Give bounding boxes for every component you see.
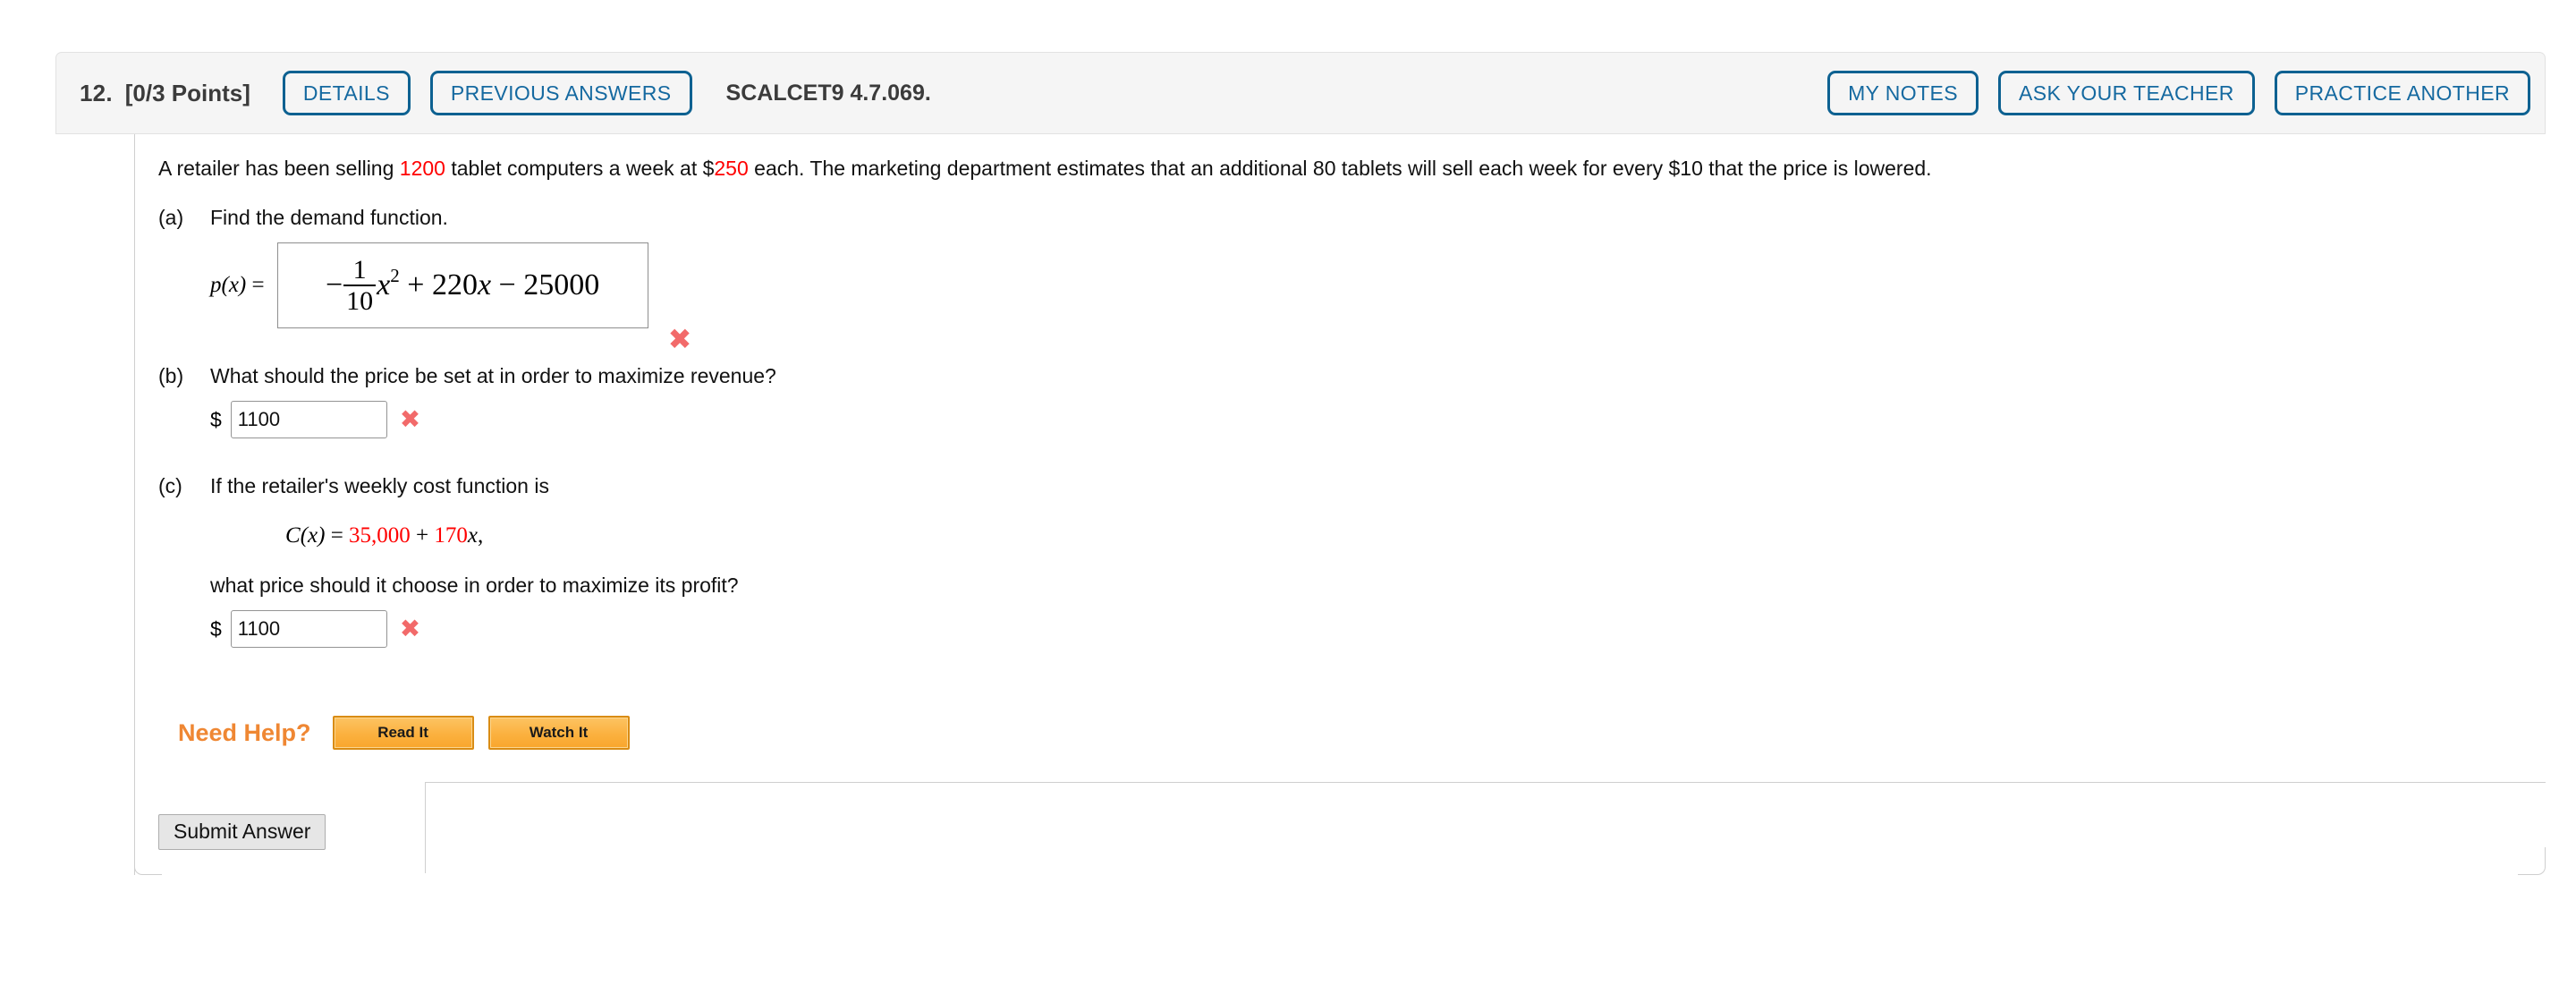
expr-variable: x xyxy=(377,268,391,302)
practice-another-button[interactable]: PRACTICE ANOTHER xyxy=(2274,71,2530,115)
part-a: (a) Find the demand function. p(x) = −1 1… xyxy=(158,206,2546,353)
incorrect-x-icon: ✖ xyxy=(667,322,692,357)
demand-fn-name: p(x) xyxy=(210,273,247,298)
need-help-label: Need Help? xyxy=(178,718,311,746)
points-badge: [0/3 Points] xyxy=(124,79,250,106)
expr-constant: 25000 xyxy=(523,268,600,302)
part-c-text: If the retailer's weekly cost function i… xyxy=(210,474,549,498)
problem-body: A retailer has been selling 1200 tablet … xyxy=(134,134,2546,876)
previous-answers-button[interactable]: PREVIOUS ANSWERS xyxy=(429,71,692,115)
my-notes-button[interactable]: MY NOTES xyxy=(1827,71,1979,115)
expr-sign: − xyxy=(325,268,343,302)
part-c-currency: $ xyxy=(210,616,222,641)
footer-divider xyxy=(425,782,2546,784)
expr-fraction: 1 10 xyxy=(343,255,377,317)
demand-equals: = xyxy=(251,273,265,298)
prompt-price: 250 xyxy=(714,157,749,180)
read-it-button[interactable]: Read It xyxy=(332,716,474,751)
part-b-currency: $ xyxy=(210,407,222,431)
part-a-text: Find the demand function. xyxy=(210,206,448,230)
footer-vertical-divider xyxy=(425,782,426,874)
details-button[interactable]: DETAILS xyxy=(282,71,411,115)
incorrect-x-icon: ✖ xyxy=(399,404,421,435)
part-c-tag: (c) xyxy=(158,474,182,498)
part-b-text: What should the price be set at in order… xyxy=(210,364,776,388)
header-right-buttons: MY NOTES ASK YOUR TEACHER PRACTICE ANOTH… xyxy=(1827,71,2530,115)
textbook-reference: SCALCET9 4.7.069. xyxy=(725,80,931,106)
problem-content: A retailer has been selling 1200 tablet … xyxy=(135,134,2546,751)
demand-answer-box[interactable]: −1 10 x 2 + 220 x − 25000 xyxy=(276,242,648,329)
part-b-answer-row: $ ✖ xyxy=(210,401,2546,439)
part-c-question-row: (c) If the retailer's weekly cost functi… xyxy=(158,474,2546,498)
part-c: (c) If the retailer's weekly cost functi… xyxy=(158,474,2546,649)
question-number: 12. xyxy=(80,79,113,106)
expr-coefficient: 220 xyxy=(431,268,478,302)
expr-exponent: 2 xyxy=(390,264,400,286)
part-a-tag: (a) xyxy=(158,206,184,230)
cost-constant: 35,000 xyxy=(349,523,411,548)
cost-fn-name: C xyxy=(285,523,301,548)
expr-variable-2: x xyxy=(477,268,492,302)
part-c-answer-input[interactable] xyxy=(230,610,387,649)
incorrect-x-icon: ✖ xyxy=(399,614,421,644)
ask-your-teacher-button[interactable]: ASK YOUR TEACHER xyxy=(1998,71,2255,115)
prompt-text-3: each. The marketing department estimates… xyxy=(748,157,1932,180)
problem-container: 12. [0/3 Points] DETAILS PREVIOUS ANSWER… xyxy=(55,52,2546,876)
cost-fn-var: (x) xyxy=(300,523,326,548)
cost-plus: + xyxy=(416,523,429,548)
prompt-text-2: tablet computers a week at $ xyxy=(445,157,715,180)
cost-equals: = xyxy=(330,523,343,548)
part-a-answer-row: p(x) = −1 10 x 2 + 220 x − 25000 ✖ xyxy=(210,242,2546,353)
problem-header: 12. [0/3 Points] DETAILS PREVIOUS ANSWER… xyxy=(55,52,2546,134)
cost-comma: , xyxy=(478,523,484,548)
expr-plus: + xyxy=(407,268,425,302)
part-a-question-row: (a) Find the demand function. xyxy=(158,206,2546,230)
problem-footer: Submit Answer xyxy=(135,782,2546,875)
part-b: (b) What should the price be set at in o… xyxy=(158,364,2546,439)
expr-minus: − xyxy=(498,268,516,302)
need-help-section: Need Help? Read It Watch It xyxy=(178,716,2546,751)
demand-function-label: p(x) = xyxy=(210,273,265,298)
part-c-followup-question: what price should it choose in order to … xyxy=(210,573,739,598)
prompt-quantity: 1200 xyxy=(399,157,445,180)
demand-expression: −1 10 x 2 + 220 x − 25000 xyxy=(325,255,600,317)
header-left-buttons: DETAILS PREVIOUS ANSWERS xyxy=(282,71,692,115)
watch-it-button[interactable]: Watch It xyxy=(487,716,630,751)
submit-answer-button[interactable]: Submit Answer xyxy=(158,814,326,851)
cost-function-expression: C(x) = 35,000 + 170x, xyxy=(285,523,2546,548)
expr-frac-numerator: 1 xyxy=(352,255,367,285)
expr-frac-denominator: 10 xyxy=(346,286,374,317)
cost-rate-variable: x xyxy=(467,523,479,548)
cost-rate: 170 xyxy=(434,523,468,548)
part-c-answer-row: $ ✖ xyxy=(210,610,2546,649)
part-b-tag: (b) xyxy=(158,364,184,388)
problem-prompt: A retailer has been selling 1200 tablet … xyxy=(158,154,2546,183)
part-b-question-row: (b) What should the price be set at in o… xyxy=(158,364,2546,388)
part-b-answer-input[interactable] xyxy=(230,401,387,439)
prompt-text-1: A retailer has been selling xyxy=(158,157,400,180)
